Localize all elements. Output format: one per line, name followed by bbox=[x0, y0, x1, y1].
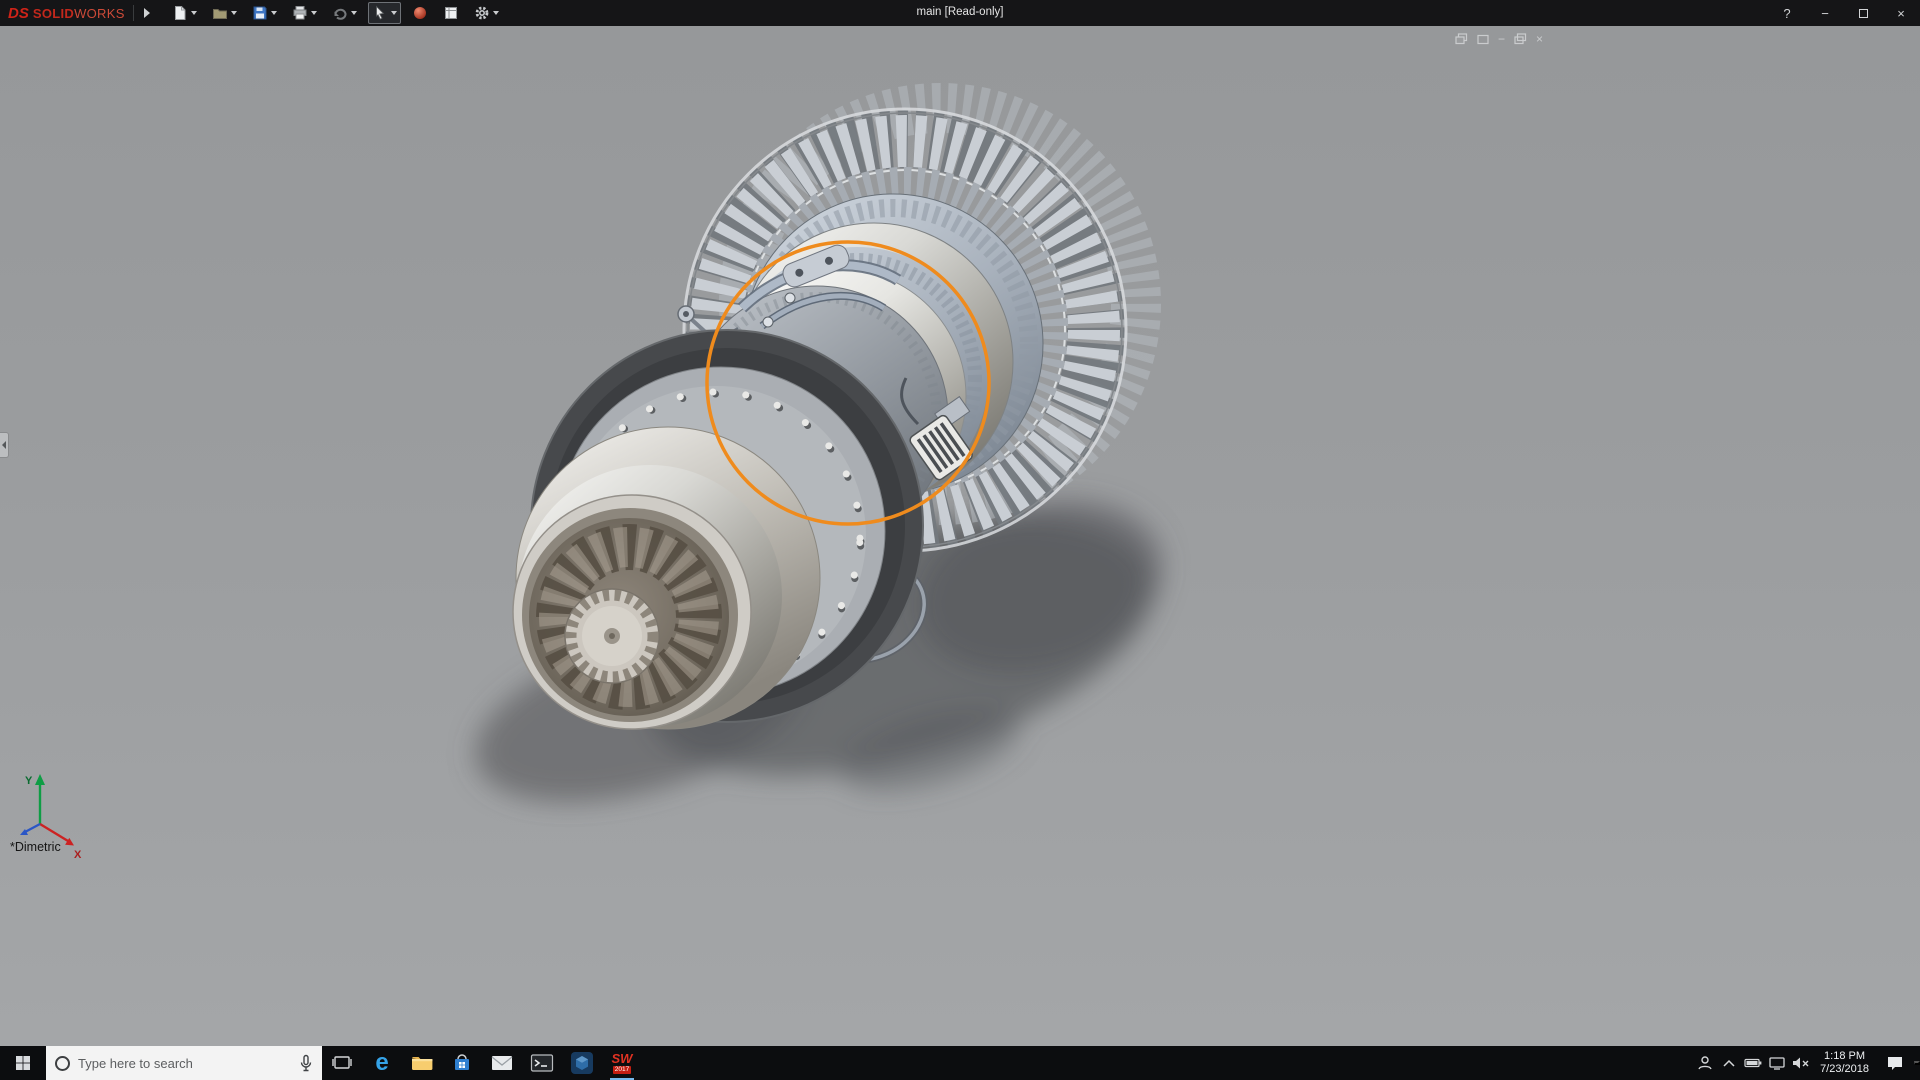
person-icon bbox=[1696, 1055, 1714, 1071]
triad-x-label: X bbox=[74, 849, 82, 861]
new-document-button[interactable] bbox=[168, 2, 201, 24]
volume-button[interactable] bbox=[1789, 1046, 1813, 1080]
quick-access-toolbar bbox=[168, 2, 503, 24]
cad-viewer-button[interactable] bbox=[562, 1046, 602, 1080]
undo-icon bbox=[332, 5, 348, 21]
help-button[interactable]: ? bbox=[1768, 0, 1806, 26]
battery-button[interactable] bbox=[1741, 1046, 1765, 1080]
terminal-icon bbox=[530, 1053, 554, 1073]
titlebar-separator bbox=[133, 5, 134, 21]
network-icon bbox=[1768, 1056, 1786, 1070]
mail-envelope-icon bbox=[490, 1053, 514, 1073]
start-button[interactable] bbox=[0, 1046, 46, 1080]
clock-time: 1:18 PM bbox=[1820, 1050, 1869, 1063]
file-explorer-button[interactable] bbox=[402, 1046, 442, 1080]
doc-minimize-button[interactable]: − bbox=[1498, 32, 1505, 46]
doc-window-button[interactable] bbox=[1477, 34, 1489, 45]
dropdown-caret[interactable] bbox=[391, 11, 397, 15]
clock-date: 7/23/2018 bbox=[1820, 1063, 1869, 1076]
restore-icon bbox=[1455, 33, 1468, 45]
view-orientation-label: *Dimetric bbox=[10, 840, 61, 854]
dropdown-caret[interactable] bbox=[351, 11, 357, 15]
doc-maximize-button[interactable] bbox=[1514, 33, 1527, 45]
task-view-button[interactable] bbox=[322, 1046, 362, 1080]
microphone-button[interactable] bbox=[299, 1054, 313, 1072]
document-title: main [Read-only] bbox=[917, 6, 1004, 18]
select-cursor-icon bbox=[372, 5, 388, 21]
chevron-left-icon bbox=[2, 441, 6, 449]
maximize-icon bbox=[1514, 33, 1527, 45]
gear-icon bbox=[474, 5, 490, 21]
windows-logo-icon bbox=[15, 1055, 31, 1071]
toolbar-expand-button[interactable] bbox=[142, 6, 152, 20]
logo-works-text: WORKS bbox=[74, 6, 125, 21]
battery-icon bbox=[1744, 1057, 1762, 1069]
open-folder-icon bbox=[212, 5, 228, 21]
solidworks-window: DS SOLIDWORKS bbox=[0, 0, 1920, 1080]
print-button[interactable] bbox=[288, 2, 321, 24]
dropdown-caret[interactable] bbox=[493, 11, 499, 15]
taskbar-clock[interactable]: 1:18 PM 7/23/2018 bbox=[1813, 1050, 1876, 1076]
task-view-icon bbox=[331, 1052, 353, 1074]
doc-close-button[interactable]: × bbox=[1536, 32, 1543, 46]
panel-collapse-tab[interactable] bbox=[0, 432, 9, 458]
logo-solid-text: SOLID bbox=[33, 6, 74, 21]
tray-overflow-button[interactable] bbox=[1717, 1046, 1741, 1080]
action-center-button[interactable] bbox=[1876, 1054, 1914, 1072]
show-desktop-button[interactable] bbox=[1914, 1061, 1920, 1065]
dropdown-caret[interactable] bbox=[231, 11, 237, 15]
chevron-up-icon bbox=[1722, 1058, 1736, 1068]
new-document-icon bbox=[172, 5, 188, 21]
microphone-icon bbox=[299, 1054, 313, 1072]
system-tray: 1:18 PM 7/23/2018 bbox=[1693, 1046, 1920, 1080]
save-icon bbox=[252, 5, 268, 21]
maximize-icon bbox=[1859, 9, 1868, 18]
titlebar: DS SOLIDWORKS bbox=[0, 0, 1920, 26]
select-tool-button[interactable] bbox=[368, 2, 401, 24]
file-properties-icon bbox=[443, 5, 459, 21]
solidworks-app-button[interactable]: SW 2017 bbox=[602, 1046, 642, 1080]
rebuild-button[interactable] bbox=[408, 2, 432, 24]
maximize-button[interactable] bbox=[1844, 0, 1882, 26]
dropdown-caret[interactable] bbox=[271, 11, 277, 15]
dropdown-caret[interactable] bbox=[311, 11, 317, 15]
search-input[interactable] bbox=[78, 1056, 291, 1071]
folder-icon bbox=[410, 1052, 434, 1074]
network-button[interactable] bbox=[1765, 1046, 1789, 1080]
dropdown-caret[interactable] bbox=[191, 11, 197, 15]
engine-model-scene[interactable] bbox=[0, 26, 1920, 1046]
document-window-controls: − × bbox=[1455, 32, 1543, 46]
edge-icon: e bbox=[375, 1051, 388, 1075]
command-prompt-button[interactable] bbox=[522, 1046, 562, 1080]
action-center-icon bbox=[1885, 1054, 1905, 1072]
minimize-button[interactable]: − bbox=[1806, 0, 1844, 26]
close-button[interactable]: × bbox=[1882, 0, 1920, 26]
edge-browser-button[interactable]: e bbox=[362, 1046, 402, 1080]
cortana-icon[interactable] bbox=[55, 1056, 70, 1071]
blue-cube-app-icon bbox=[570, 1051, 594, 1075]
window-icon bbox=[1477, 34, 1489, 45]
save-button[interactable] bbox=[248, 2, 281, 24]
file-properties-button[interactable] bbox=[439, 2, 463, 24]
window-controls: ? − × bbox=[1768, 0, 1920, 26]
open-button[interactable] bbox=[208, 2, 241, 24]
store-button[interactable] bbox=[442, 1046, 482, 1080]
store-bag-icon bbox=[451, 1052, 473, 1074]
expand-arrow-icon bbox=[144, 8, 150, 18]
options-button[interactable] bbox=[470, 2, 503, 24]
ds-logo: DS bbox=[8, 5, 29, 22]
solidworks-logo: DS SOLIDWORKS bbox=[0, 5, 125, 22]
mail-button[interactable] bbox=[482, 1046, 522, 1080]
speaker-muted-icon bbox=[1791, 1056, 1811, 1070]
doc-restore-button[interactable] bbox=[1455, 33, 1468, 45]
print-icon bbox=[292, 5, 308, 21]
people-button[interactable] bbox=[1693, 1046, 1717, 1080]
solidworks-app-icon: SW 2017 bbox=[612, 1053, 633, 1074]
undo-button[interactable] bbox=[328, 2, 361, 24]
taskbar-search[interactable] bbox=[46, 1046, 322, 1080]
windows-taskbar: e bbox=[0, 1046, 1920, 1080]
graphics-area[interactable]: − × Y X *Dimetric bbox=[0, 26, 1920, 1046]
triad-y-label: Y bbox=[25, 775, 33, 787]
rebuild-icon bbox=[412, 5, 428, 21]
